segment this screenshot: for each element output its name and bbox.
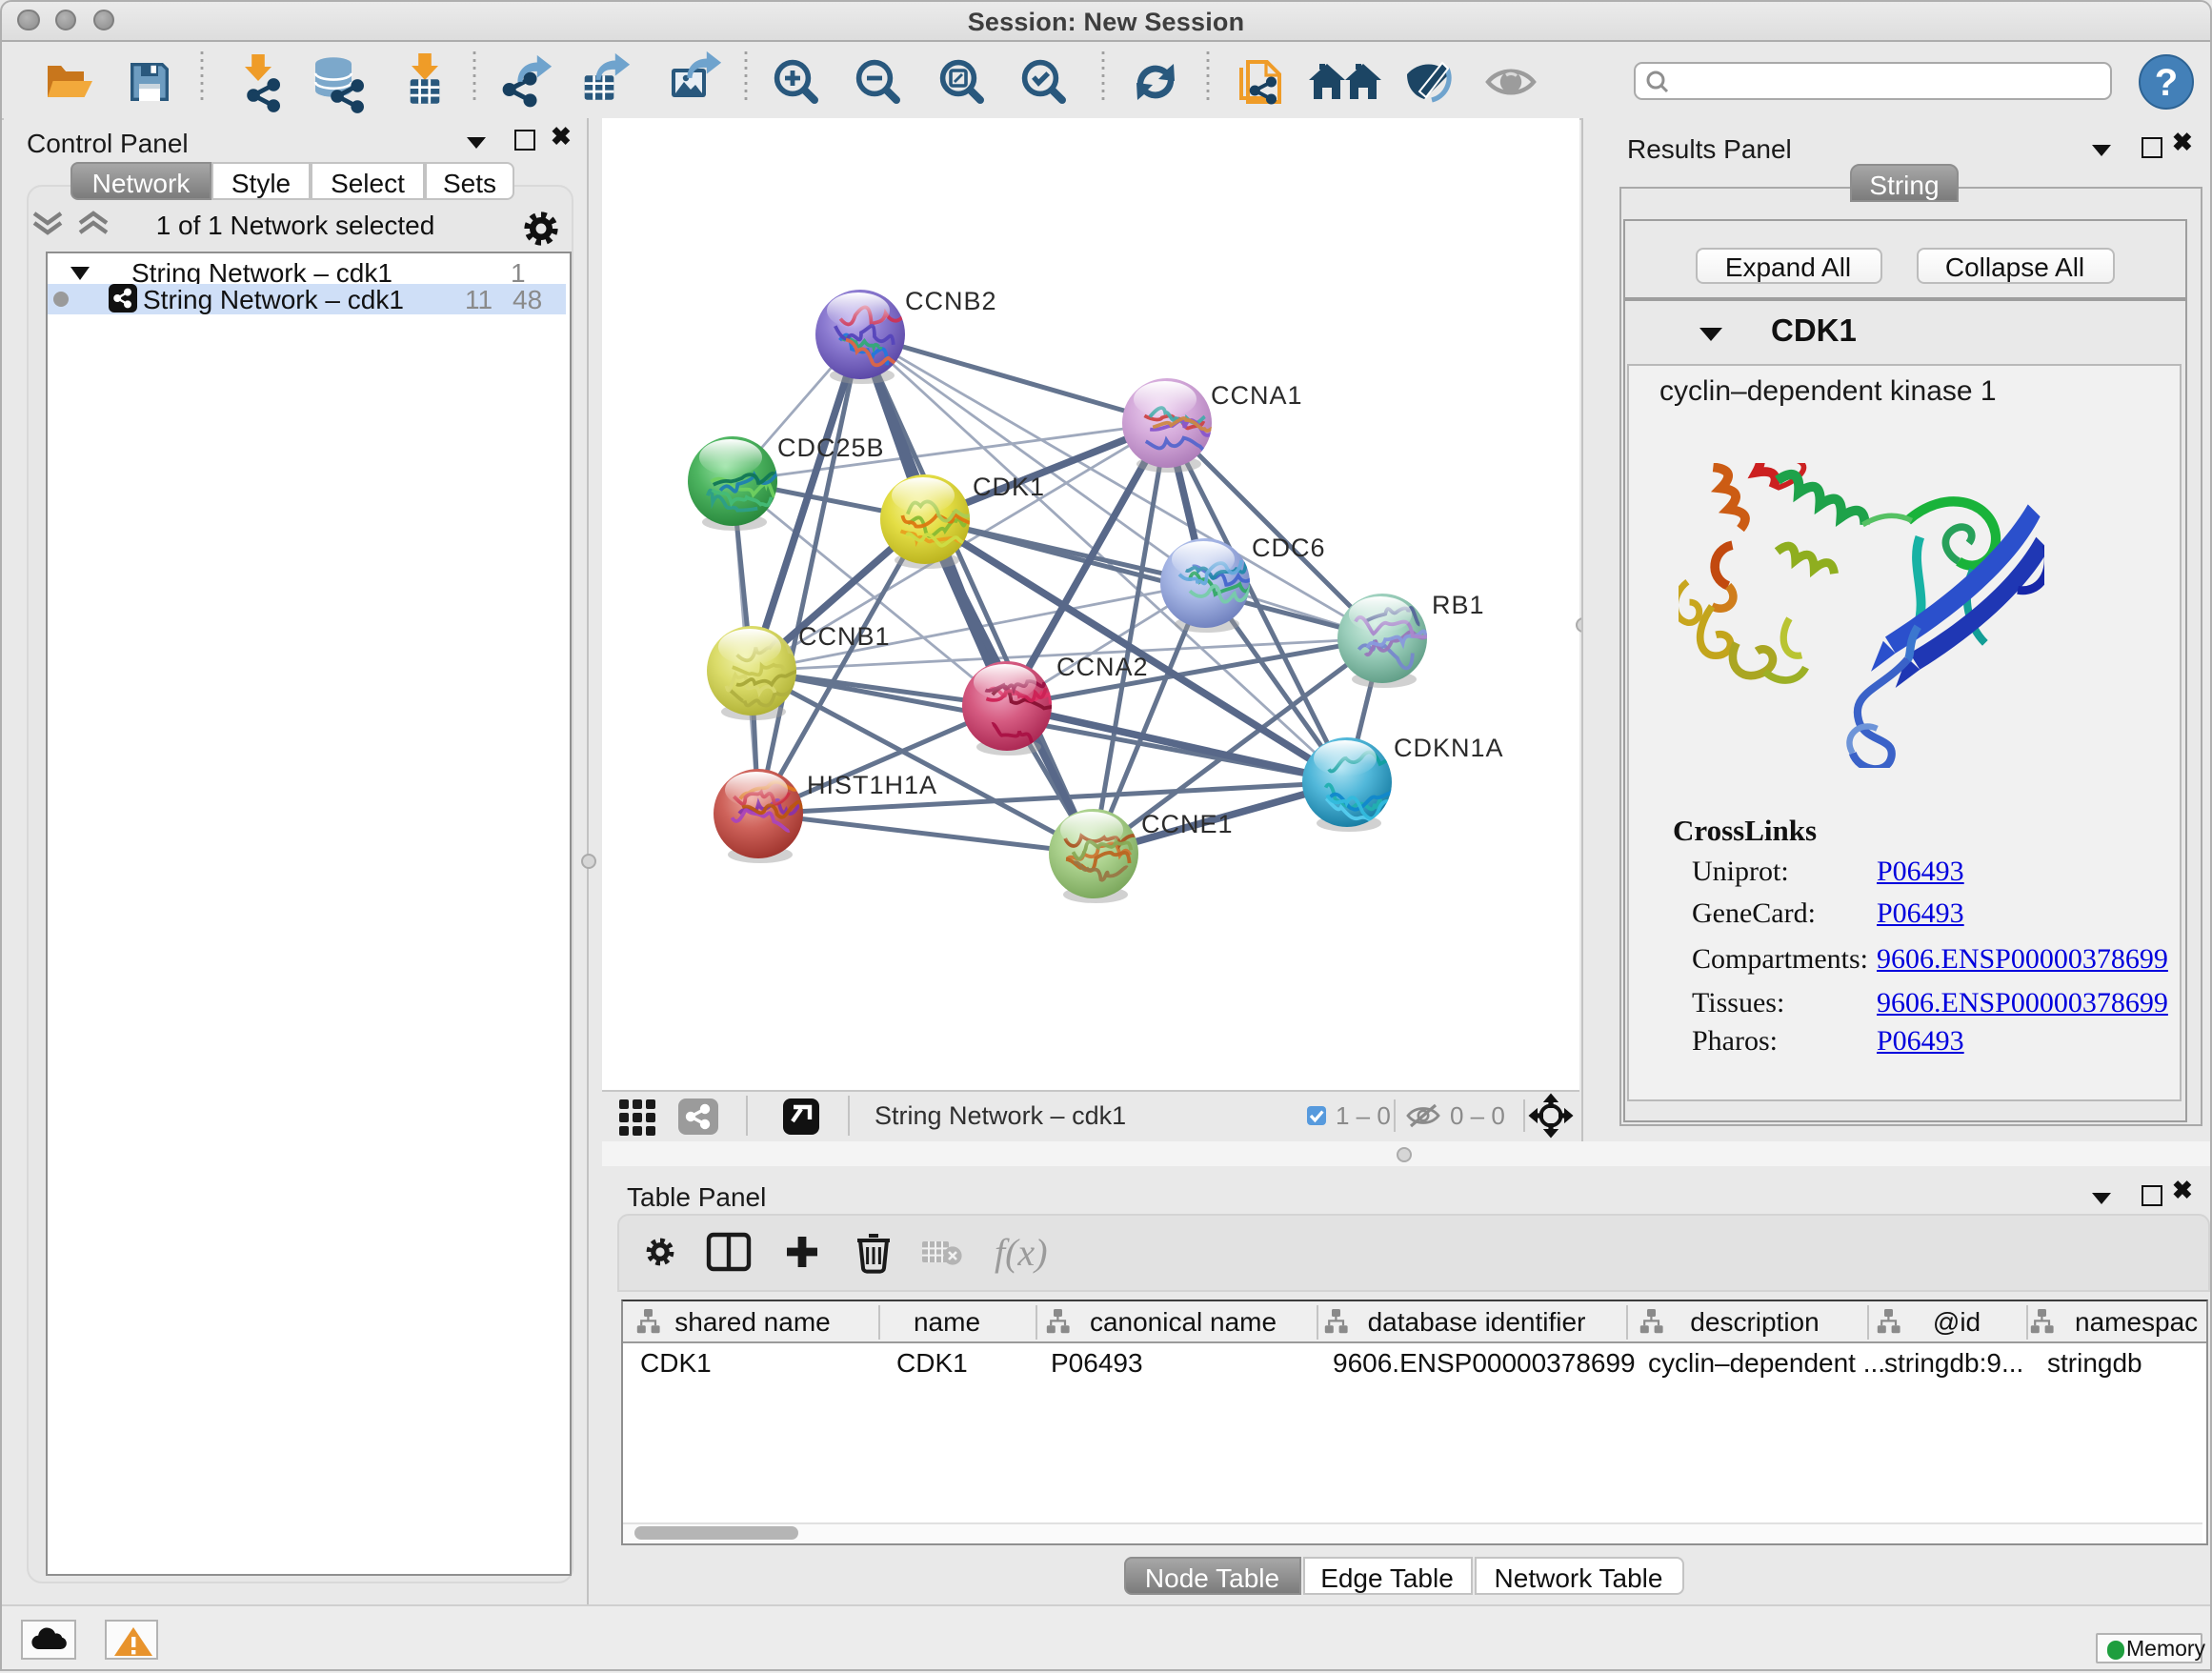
svg-text:description: description bbox=[1690, 1306, 1819, 1336]
svg-text:stringdb: stringdb bbox=[2047, 1347, 2142, 1377]
svg-text:f(x): f(x) bbox=[994, 1230, 1047, 1273]
svg-text:CDC25B: CDC25B bbox=[777, 433, 885, 462]
svg-text:?: ? bbox=[2155, 62, 2178, 104]
svg-text:CCNB1: CCNB1 bbox=[798, 622, 891, 651]
svg-text:9606.ENSP00000378699: 9606.ENSP00000378699 bbox=[1333, 1347, 1636, 1377]
svg-text:HIST1H1A: HIST1H1A bbox=[807, 771, 937, 799]
svg-text:CDKN1A: CDKN1A bbox=[1394, 734, 1504, 762]
svg-text:stringdb:9...: stringdb:9... bbox=[1884, 1347, 2023, 1377]
svg-text:CCNA2: CCNA2 bbox=[1056, 653, 1149, 681]
svg-text:CCNE1: CCNE1 bbox=[1141, 810, 1234, 838]
svg-text:String Network – cdk1: String Network – cdk1 bbox=[875, 1101, 1126, 1130]
svg-text:cyclin–dependent ...: cyclin–dependent ... bbox=[1648, 1347, 1885, 1377]
svg-text:canonical name: canonical name bbox=[1090, 1306, 1277, 1336]
svg-text:P06493: P06493 bbox=[1051, 1347, 1143, 1377]
svg-text:namespac: namespac bbox=[2075, 1306, 2198, 1336]
svg-text:CDK1: CDK1 bbox=[640, 1347, 712, 1377]
svg-text:shared name: shared name bbox=[674, 1306, 830, 1336]
svg-text:CCNB2: CCNB2 bbox=[905, 287, 997, 315]
svg-text:CDC6: CDC6 bbox=[1252, 534, 1326, 562]
svg-text:RB1: RB1 bbox=[1432, 591, 1485, 619]
svg-text:name: name bbox=[914, 1306, 980, 1336]
svg-text:database identifier: database identifier bbox=[1368, 1306, 1586, 1336]
svg-text:@id: @id bbox=[1933, 1306, 1981, 1336]
svg-text:CCNA1: CCNA1 bbox=[1211, 381, 1303, 410]
svg-text:CDK1: CDK1 bbox=[973, 473, 1045, 501]
svg-text:CDK1: CDK1 bbox=[896, 1347, 968, 1377]
svg-text:1 – 0: 1 – 0 bbox=[1336, 1101, 1391, 1130]
svg-text:0 – 0: 0 – 0 bbox=[1450, 1101, 1505, 1130]
